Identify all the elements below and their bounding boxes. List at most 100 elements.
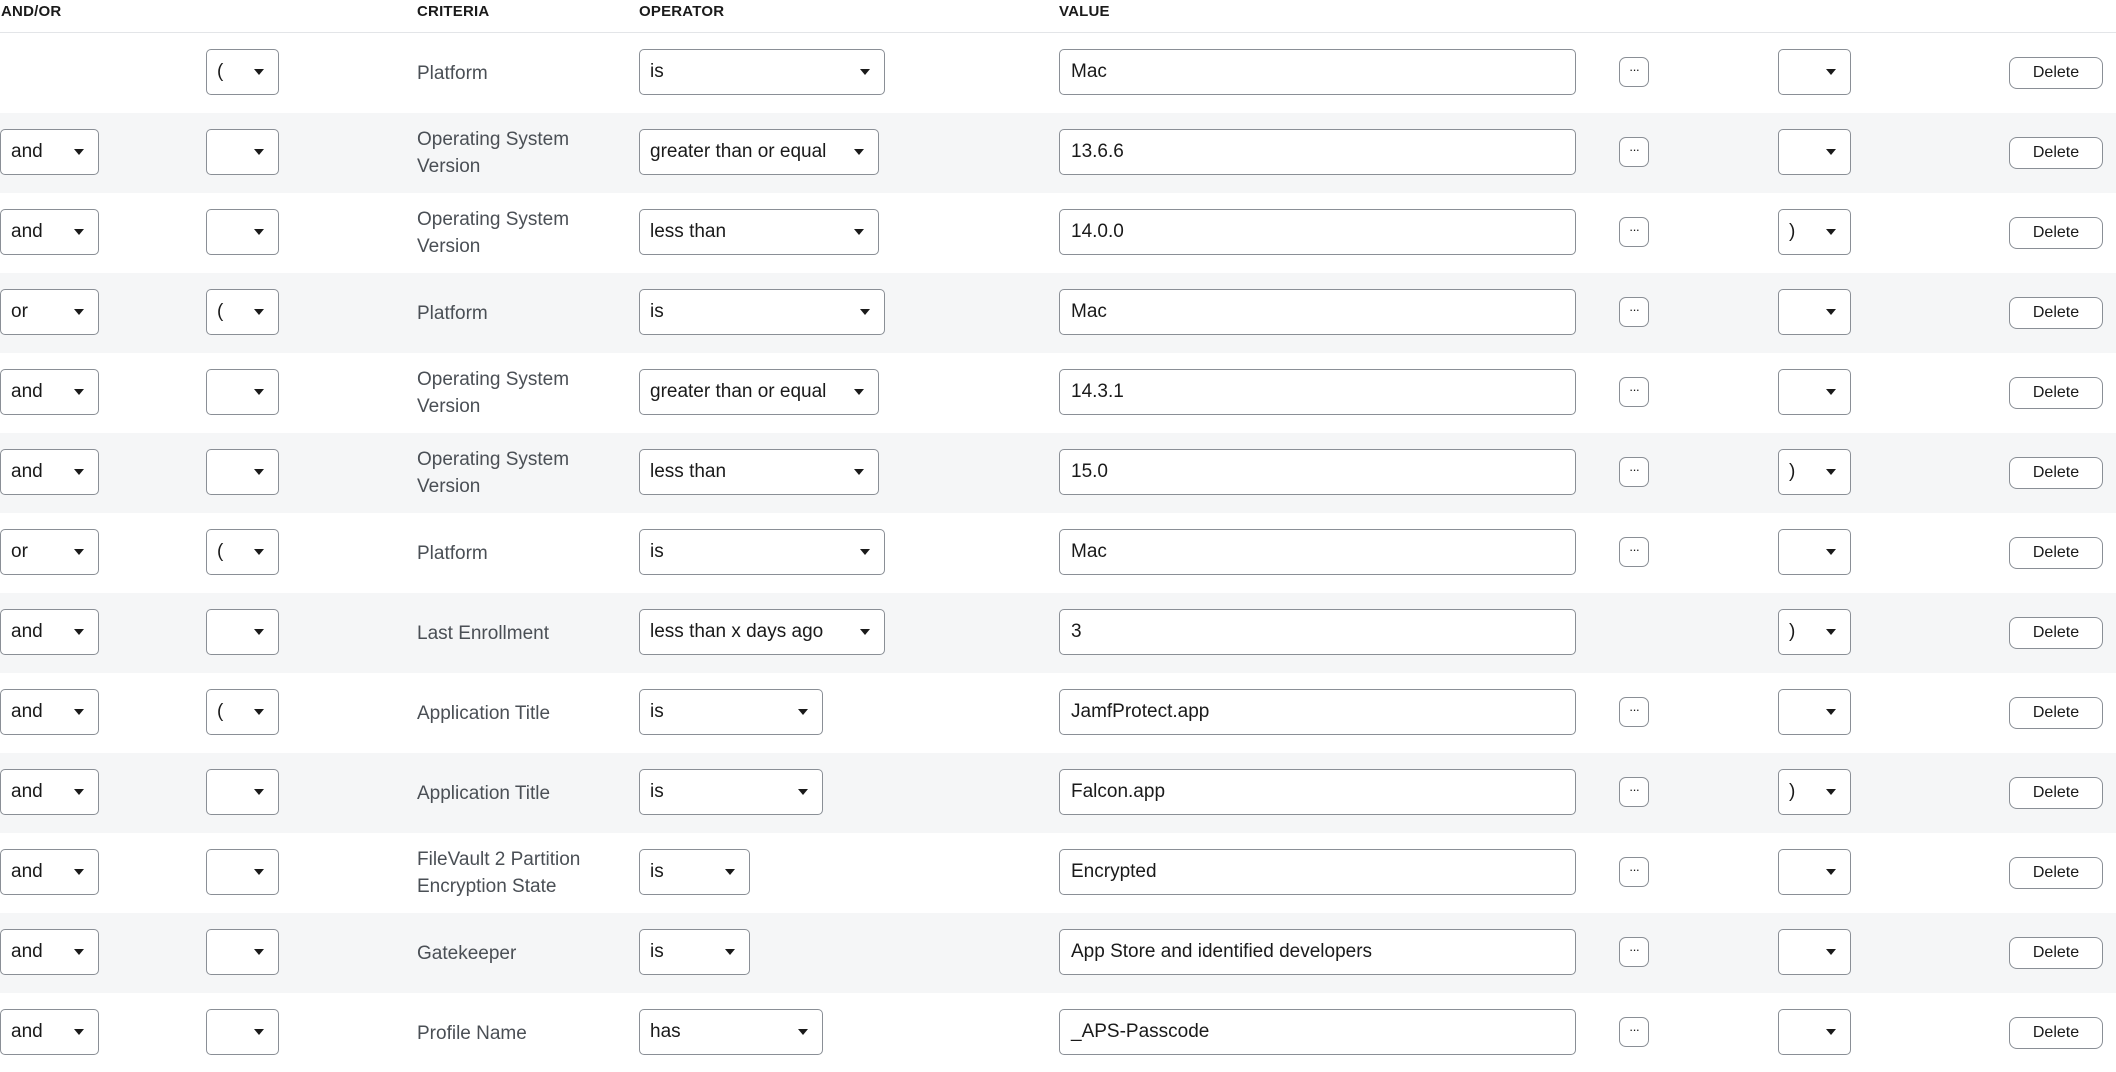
andor-select[interactable]: and bbox=[0, 129, 99, 175]
value-input[interactable]: 14.3.1 bbox=[1059, 369, 1576, 415]
operator-select[interactable]: is bbox=[639, 929, 750, 975]
open-paren-select[interactable] bbox=[206, 769, 279, 815]
value-input[interactable]: Mac bbox=[1059, 529, 1576, 575]
operator-select[interactable]: is bbox=[639, 849, 750, 895]
more-options-button[interactable]: ··· bbox=[1619, 377, 1649, 407]
open-paren-select[interactable]: ( bbox=[206, 49, 279, 95]
andor-select[interactable]: and bbox=[0, 369, 99, 415]
operator-select[interactable]: greater than or equal bbox=[639, 369, 879, 415]
value-input[interactable]: 15.0 bbox=[1059, 449, 1576, 495]
caret-down-icon bbox=[254, 229, 264, 235]
delete-button[interactable]: Delete bbox=[2009, 777, 2103, 809]
andor-select[interactable]: and bbox=[0, 1009, 99, 1055]
caret-down-icon bbox=[854, 229, 864, 235]
more-options-button[interactable]: ··· bbox=[1619, 777, 1649, 807]
open-paren-select[interactable]: ( bbox=[206, 289, 279, 335]
value-input[interactable]: Falcon.app bbox=[1059, 769, 1576, 815]
open-paren-select[interactable] bbox=[206, 449, 279, 495]
open-paren-select[interactable] bbox=[206, 1009, 279, 1055]
andor-select[interactable]: or bbox=[0, 529, 99, 575]
value-input[interactable]: App Store and identified developers bbox=[1059, 929, 1576, 975]
value-input[interactable]: Encrypted bbox=[1059, 849, 1576, 895]
close-paren-select[interactable] bbox=[1778, 1009, 1851, 1055]
caret-down-icon bbox=[1826, 1029, 1836, 1035]
operator-select[interactable]: is bbox=[639, 289, 885, 335]
more-options-button[interactable]: ··· bbox=[1619, 57, 1649, 87]
andor-select-value: and bbox=[11, 861, 43, 882]
delete-button[interactable]: Delete bbox=[2009, 57, 2103, 89]
more-options-button[interactable]: ··· bbox=[1619, 217, 1649, 247]
andor-select[interactable]: and bbox=[0, 609, 99, 655]
close-paren-select[interactable]: ) bbox=[1778, 609, 1851, 655]
close-paren-select[interactable] bbox=[1778, 49, 1851, 95]
delete-button[interactable]: Delete bbox=[2009, 537, 2103, 569]
delete-button[interactable]: Delete bbox=[2009, 937, 2103, 969]
close-paren-select[interactable]: ) bbox=[1778, 209, 1851, 255]
close-paren-select[interactable]: ) bbox=[1778, 769, 1851, 815]
andor-select[interactable]: and bbox=[0, 689, 99, 735]
andor-select[interactable]: and bbox=[0, 449, 99, 495]
close-paren-select[interactable] bbox=[1778, 289, 1851, 335]
value-input[interactable]: 14.0.0 bbox=[1059, 209, 1576, 255]
caret-down-icon bbox=[74, 709, 84, 715]
operator-select[interactable]: less than x days ago bbox=[639, 609, 885, 655]
close-paren-select[interactable] bbox=[1778, 689, 1851, 735]
open-paren-select[interactable] bbox=[206, 209, 279, 255]
operator-select[interactable]: is bbox=[639, 769, 823, 815]
caret-down-icon bbox=[1826, 869, 1836, 875]
delete-button[interactable]: Delete bbox=[2009, 297, 2103, 329]
operator-select[interactable]: has bbox=[639, 1009, 823, 1055]
value-input[interactable]: JamfProtect.app bbox=[1059, 689, 1576, 735]
more-options-button[interactable]: ··· bbox=[1619, 697, 1649, 727]
open-paren-select[interactable]: ( bbox=[206, 689, 279, 735]
andor-select[interactable]: and bbox=[0, 769, 99, 815]
operator-select[interactable]: is bbox=[639, 689, 823, 735]
delete-button[interactable]: Delete bbox=[2009, 697, 2103, 729]
open-paren-select[interactable]: ( bbox=[206, 529, 279, 575]
value-input[interactable]: 3 bbox=[1059, 609, 1576, 655]
open-paren-select[interactable] bbox=[206, 849, 279, 895]
delete-button[interactable]: Delete bbox=[2009, 457, 2103, 489]
value-input[interactable]: 13.6.6 bbox=[1059, 129, 1576, 175]
more-options-button[interactable]: ··· bbox=[1619, 457, 1649, 487]
open-paren-select[interactable] bbox=[206, 129, 279, 175]
criteria-text: Last Enrollment bbox=[417, 622, 550, 644]
close-paren-select[interactable]: ) bbox=[1778, 449, 1851, 495]
value-input[interactable]: _APS-Passcode bbox=[1059, 1009, 1576, 1055]
operator-select[interactable]: less than bbox=[639, 209, 879, 255]
close-paren-select[interactable] bbox=[1778, 929, 1851, 975]
caret-down-icon bbox=[254, 469, 264, 475]
andor-select-value: or bbox=[11, 301, 28, 322]
operator-select[interactable]: less than bbox=[639, 449, 879, 495]
value-input[interactable]: Mac bbox=[1059, 289, 1576, 335]
close-paren-select[interactable] bbox=[1778, 529, 1851, 575]
value-input[interactable]: Mac bbox=[1059, 49, 1576, 95]
operator-select[interactable]: greater than or equal bbox=[639, 129, 879, 175]
delete-button[interactable]: Delete bbox=[2009, 137, 2103, 169]
close-paren-select[interactable] bbox=[1778, 369, 1851, 415]
open-paren-select[interactable] bbox=[206, 369, 279, 415]
delete-button[interactable]: Delete bbox=[2009, 617, 2103, 649]
andor-select[interactable]: or bbox=[0, 289, 99, 335]
more-options-button[interactable]: ··· bbox=[1619, 297, 1649, 327]
delete-button[interactable]: Delete bbox=[2009, 377, 2103, 409]
open-paren-select[interactable] bbox=[206, 929, 279, 975]
andor-select[interactable]: and bbox=[0, 929, 99, 975]
close-paren-select[interactable] bbox=[1778, 129, 1851, 175]
open-paren-select[interactable] bbox=[206, 609, 279, 655]
more-options-button[interactable]: ··· bbox=[1619, 1017, 1649, 1047]
close-paren-select[interactable] bbox=[1778, 849, 1851, 895]
criteria-text: Application Title bbox=[417, 702, 551, 724]
more-options-button[interactable]: ··· bbox=[1619, 137, 1649, 167]
andor-select[interactable]: and bbox=[0, 849, 99, 895]
andor-select[interactable]: and bbox=[0, 209, 99, 255]
delete-button[interactable]: Delete bbox=[2009, 1017, 2103, 1049]
operator-select[interactable]: is bbox=[639, 49, 885, 95]
delete-button[interactable]: Delete bbox=[2009, 857, 2103, 889]
operator-select[interactable]: is bbox=[639, 529, 885, 575]
more-options-button[interactable]: ··· bbox=[1619, 937, 1649, 967]
more-options-button[interactable]: ··· bbox=[1619, 857, 1649, 887]
criteria-text: Operating System Version bbox=[417, 209, 570, 257]
delete-button[interactable]: Delete bbox=[2009, 217, 2103, 249]
more-options-button[interactable]: ··· bbox=[1619, 537, 1649, 567]
